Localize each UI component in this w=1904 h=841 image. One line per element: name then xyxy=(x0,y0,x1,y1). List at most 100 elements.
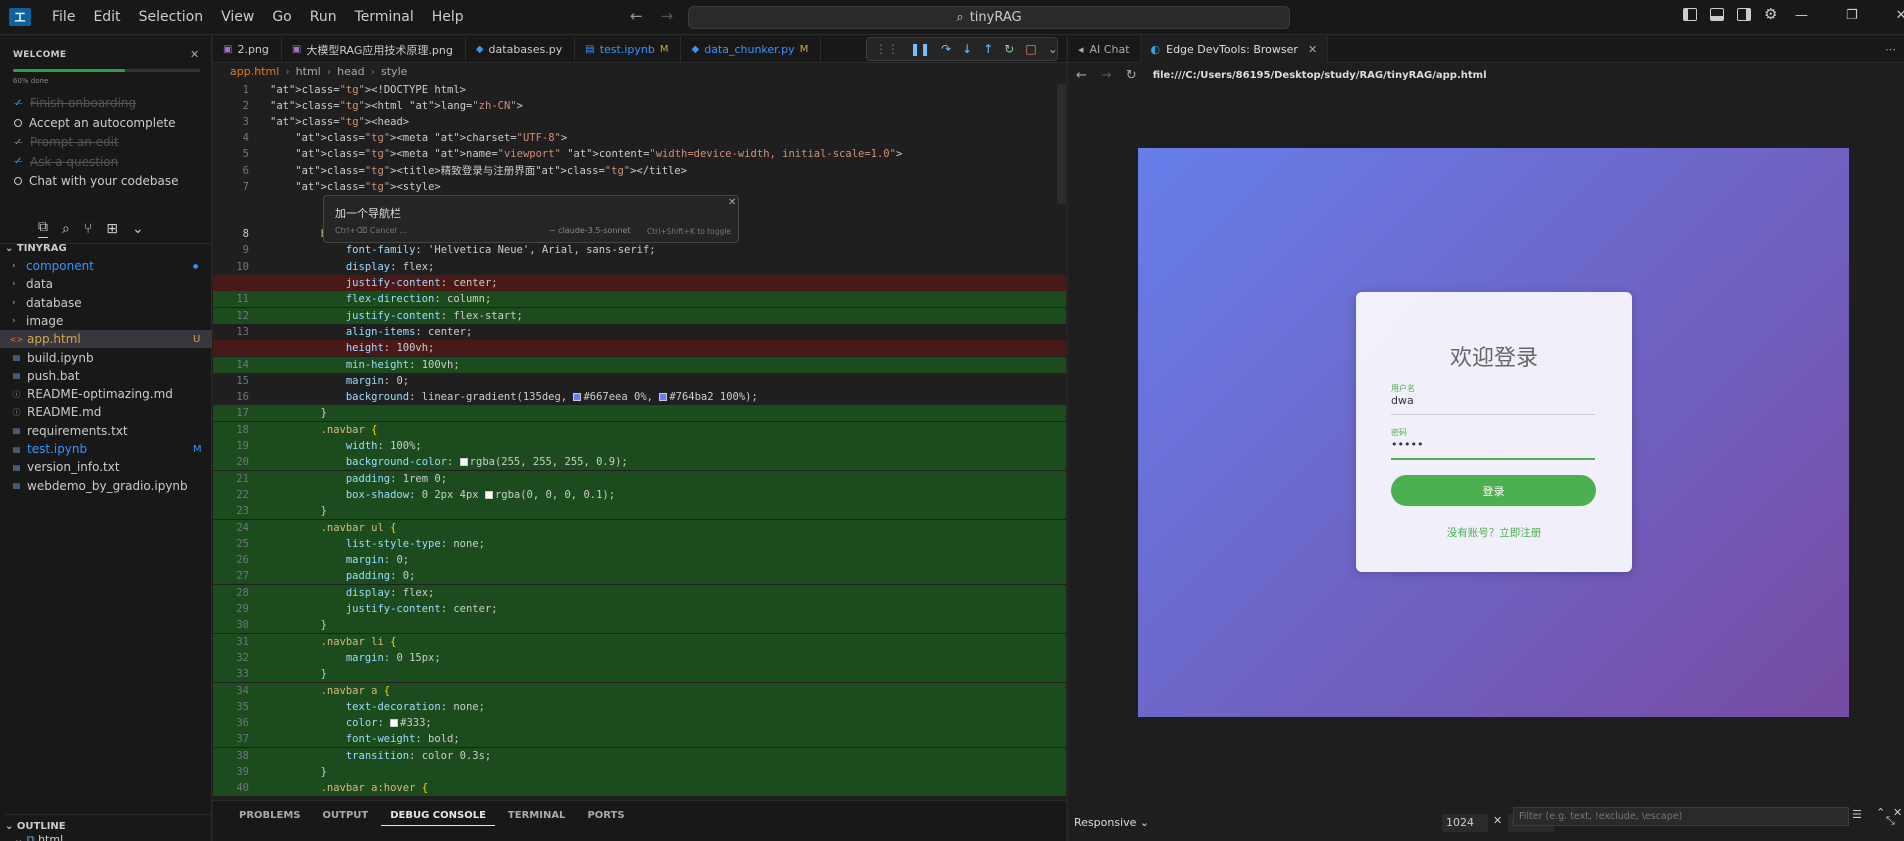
code-line[interactable]: 26 margin: 0; xyxy=(213,552,1066,569)
tab-output[interactable]: OUTPUT xyxy=(314,810,378,841)
breadcrumb-item[interactable]: style xyxy=(381,65,407,78)
menu-terminal[interactable]: Terminal xyxy=(346,9,423,25)
close-tab-icon[interactable]: ✕ xyxy=(1308,43,1317,56)
tree-item-push-bat[interactable]: ▤ push.bat xyxy=(0,367,212,385)
tree-item-readme-md[interactable]: ⓘ README.md xyxy=(0,403,212,421)
code-line[interactable]: 28 display: flex; xyxy=(213,584,1066,601)
code-line[interactable]: 12 justify-content: flex-start; xyxy=(213,307,1066,324)
search-view-icon[interactable]: ⌕ xyxy=(62,221,70,237)
menu-run[interactable]: Run xyxy=(301,9,346,25)
code-line[interactable]: 16 background: linear-gradient(135deg, #… xyxy=(213,389,1066,405)
code-line[interactable]: justify-content: center; xyxy=(213,275,1066,291)
back-arrow-icon[interactable]: ← xyxy=(630,7,643,25)
viewport-width-input[interactable]: 1024 xyxy=(1442,814,1488,832)
code-line[interactable]: 15 margin: 0; xyxy=(213,373,1066,389)
tree-item-test-ipynb[interactable]: ▤ test.ipynb M xyxy=(0,440,212,458)
code-line[interactable]: 34 .navbar a { xyxy=(213,682,1066,699)
tree-item-image[interactable]: › image xyxy=(0,312,212,330)
breadcrumb-item[interactable]: app.html xyxy=(230,65,279,78)
menu-file[interactable]: File xyxy=(43,9,84,25)
code-line[interactable]: 2 "at">class="tg"><html "at">lang="zh-CN"… xyxy=(213,98,1066,114)
explorer-root[interactable]: ⌄ TINYRAG xyxy=(5,243,67,254)
tab-problems[interactable]: PROBLEMS xyxy=(230,810,310,841)
code-line[interactable]: 7 "at">class="tg"><style> xyxy=(213,179,1066,195)
chevron-up-icon[interactable]: ⌃ xyxy=(1876,806,1885,819)
code-line[interactable]: 36 color: #333; xyxy=(213,715,1066,732)
step-into-icon[interactable]: ↓ xyxy=(962,42,972,56)
tree-item-readme-optimazing-md[interactable]: ⓘ README-optimazing.md xyxy=(0,385,212,403)
close-panel-icon[interactable]: ✕ xyxy=(1893,806,1902,819)
code-line[interactable]: 4 "at">class="tg"><meta "at">charset="UT… xyxy=(213,130,1066,146)
toggle-sidebar-icon[interactable] xyxy=(1683,8,1697,21)
code-line[interactable]: 40 .navbar a:hover { xyxy=(213,780,1066,797)
close-window-icon[interactable]: ✕ xyxy=(1896,8,1904,23)
chevron-down-icon[interactable]: ⌄ xyxy=(132,221,144,237)
code-line[interactable]: 22 box-shadow: 0 2px 4px rgba(0, 0, 0, 0… xyxy=(213,486,1066,503)
checklist-item[interactable]: ✓ Ask a question xyxy=(14,155,118,169)
tree-item-requirements-txt[interactable]: ▤ requirements.txt xyxy=(0,422,212,440)
code-line[interactable]: 35 text-decoration: none; xyxy=(213,698,1066,715)
editor-scrollbar[interactable] xyxy=(1057,84,1066,204)
tree-item-database[interactable]: › database xyxy=(0,294,212,312)
breadcrumb-item[interactable]: html xyxy=(296,65,321,78)
tab-terminal[interactable]: TERMINAL xyxy=(499,810,575,841)
code-line[interactable]: 39 } xyxy=(213,764,1066,780)
pause-icon[interactable]: ❚❚ xyxy=(910,42,930,56)
menu-help[interactable]: Help xyxy=(423,9,473,25)
toggle-secondary-sidebar-icon[interactable] xyxy=(1737,8,1751,21)
stop-icon[interactable]: □ xyxy=(1025,42,1036,56)
restart-icon[interactable]: ↻ xyxy=(1004,42,1014,56)
code-line[interactable]: 30 } xyxy=(213,617,1066,634)
explorer-files-icon[interactable]: ⧉ xyxy=(38,219,48,238)
tab-debug-console[interactable]: DEBUG CONSOLE xyxy=(381,810,495,826)
editor-tab[interactable]: ▣ 2.png xyxy=(213,36,282,63)
code-line[interactable]: 31 .navbar li { xyxy=(213,633,1066,650)
username-field[interactable]: dwa xyxy=(1391,394,1414,407)
code-line[interactable]: 23 } xyxy=(213,503,1066,520)
code-line[interactable]: height: 100vh; xyxy=(213,340,1066,357)
welcome-close-icon[interactable]: ✕ xyxy=(190,48,199,61)
code-line[interactable]: 3 "at">class="tg"><head> xyxy=(213,114,1066,130)
code-line[interactable]: 24 .navbar ul { xyxy=(213,519,1066,536)
inline-chat-model-select[interactable]: ~ claude-3.5-sonnet xyxy=(549,226,631,235)
code-line[interactable]: 20 background-color: rgba(255, 255, 255,… xyxy=(213,454,1066,471)
code-line[interactable]: 32 margin: 0 15px; xyxy=(213,649,1066,666)
tab-edge-devtools[interactable]: ◐ Edge DevTools: Browser ✕ xyxy=(1140,36,1329,63)
inline-chat-close-icon[interactable]: ✕ xyxy=(728,197,736,208)
outline-header[interactable]: ⌄ OUTLINE xyxy=(5,814,212,832)
console-filter-input[interactable]: Filter (e.g. text, !exclude, \escape) xyxy=(1513,807,1849,826)
command-center-search[interactable]: ⌕ tinyRAG xyxy=(688,6,1290,29)
tree-item-version-info-txt[interactable]: ▤ version_info.txt xyxy=(0,458,212,476)
code-line[interactable]: 18 .navbar { xyxy=(213,421,1066,438)
code-editor[interactable]: 1 "at">class="tg"><!DOCTYPE html> 2 "at">cl… xyxy=(213,82,1066,799)
code-line[interactable]: 14 min-height: 100vh; xyxy=(213,356,1066,373)
tab-ai-chat[interactable]: ◂ AI Chat xyxy=(1068,36,1141,63)
code-line[interactable]: 19 width: 100%; xyxy=(213,438,1066,454)
inline-chat-input[interactable]: 加一个导航栏 xyxy=(335,205,401,221)
url-input[interactable]: file:///C:/Users/86195/Desktop/study/RAG… xyxy=(1153,70,1487,81)
restore-icon[interactable]: ❐ xyxy=(1846,8,1858,23)
code-line[interactable]: 38 transition: color 0.3s; xyxy=(213,747,1066,764)
inline-chat-cancel-hint[interactable]: Ctrl+⌫ Cancel ... xyxy=(335,226,407,235)
code-line[interactable]: 1 "at">class="tg"><!DOCTYPE html> xyxy=(213,82,1066,98)
tree-item-component[interactable]: › component ● xyxy=(0,257,212,275)
drag-handle-icon[interactable]: ⋮⋮ xyxy=(875,42,899,56)
code-line[interactable]: 25 list-style-type: none; xyxy=(213,535,1066,552)
editor-tab[interactable]: ◆ databases.py xyxy=(466,36,576,63)
settings-gear-icon[interactable]: ⚙ xyxy=(1764,5,1777,23)
code-line[interactable]: 6 "at">class="tg"><title>精致登录与注册界面"at">c… xyxy=(213,163,1066,179)
password-field[interactable]: ••••• xyxy=(1391,438,1423,451)
editor-tab[interactable]: ▣ 大模型RAG应用技术原理.png xyxy=(282,36,466,63)
code-line[interactable]: 9 font-family: 'Helvetica Neue', Arial, … xyxy=(213,242,1066,258)
wrap-lines-icon[interactable]: ☰ xyxy=(1852,808,1862,821)
code-line[interactable]: 27 padding: 0; xyxy=(213,568,1066,585)
outline-item[interactable]: ⌄ ⧉ html xyxy=(14,833,63,841)
checklist-item[interactable]: Chat with your codebase xyxy=(14,174,178,188)
code-line[interactable]: 21 padding: 1rem 0; xyxy=(213,470,1066,487)
tree-item-app-html[interactable]: <> app.html U xyxy=(0,330,212,349)
more-actions-icon[interactable]: ⋯ xyxy=(1885,43,1896,56)
step-out-icon[interactable]: ↑ xyxy=(983,42,993,56)
tab-ports[interactable]: PORTS xyxy=(578,810,633,841)
menu-view[interactable]: View xyxy=(212,9,263,25)
toggle-panel-icon[interactable] xyxy=(1710,8,1724,21)
